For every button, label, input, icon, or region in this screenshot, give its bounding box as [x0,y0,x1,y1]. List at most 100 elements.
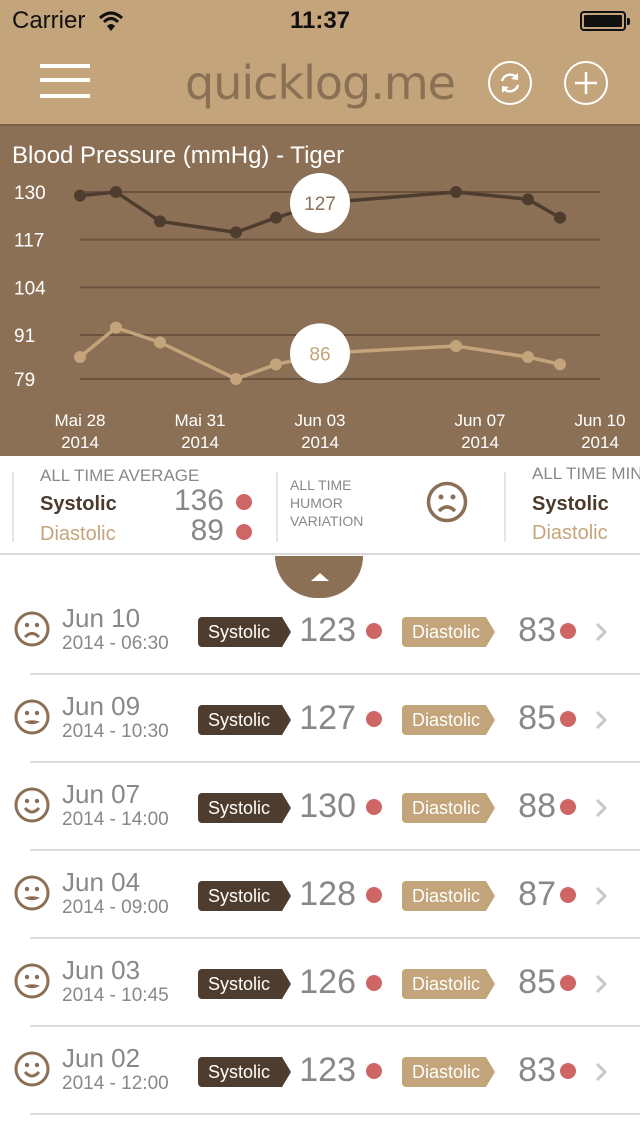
battery-icon [580,11,630,31]
entry-date: Jun 10 [62,603,141,633]
x-tick-year: 2014 [61,433,99,452]
systolic-point [74,189,86,202]
diastolic-point [554,358,566,371]
systolic-value: 130 [299,787,356,825]
diastolic-point [450,340,462,352]
entry-date: Jun 09 [62,691,141,721]
alert-dot [560,711,576,727]
chevron-right-icon [595,974,608,994]
diastolic-point [522,351,534,363]
systolic-tag: Systolic [198,793,291,823]
alert-dot [560,623,576,639]
divider [276,472,278,542]
systolic-point [522,193,534,206]
divider [12,472,14,542]
systolic-value: 128 [299,875,356,913]
entry-time: 2014 - 10:30 [62,721,169,742]
refresh-icon [500,73,520,93]
happy-face-icon [14,787,50,823]
chevron-right-icon [595,710,608,730]
entry-row[interactable]: Jun 03 2014 - 10:45 Systolic 126 Diastolic 85 [0,939,640,1027]
diastolic-tag: Diastolic [402,705,495,735]
diastolic-point [230,373,242,385]
entry-row[interactable]: Jun 07 2014 - 14:00 Systolic 130 Diastolic 88 [0,763,640,851]
refresh-button[interactable] [488,61,532,105]
diastolic-highlight-value: 86 [309,344,330,365]
entry-date: Jun 02 [62,1043,141,1073]
diastolic-tag: Diastolic [402,1057,495,1087]
systolic-highlight-value: 127 [304,194,336,215]
add-entry-button[interactable] [564,61,608,105]
systolic-tag: Systolic [198,969,291,999]
average-diastolic-value: 89 [190,514,224,547]
average-diastolic-label: Diastolic [40,523,116,545]
app-logo: quicklog.me [185,56,456,110]
diastolic-value: 87 [518,875,556,913]
entry-time: 2014 - 14:00 [62,809,169,830]
alert-dot [236,494,252,510]
blood-pressure-chart: 130 117 104 91 79 Mai 28 2014 Mai 31 2014 Jun 03 2… [0,124,640,456]
diastolic-value: 85 [518,963,556,1001]
humor-heading-line: ALL TIME [290,477,352,493]
entry-time: 2014 - 10:45 [62,985,169,1006]
diastolic-tag: Diastolic [402,617,495,647]
entry-time: 2014 - 12:00 [62,1073,169,1094]
alert-dot [560,1063,576,1079]
alert-dot [560,799,576,815]
y-tick-label: 79 [14,370,35,391]
entry-date: Jun 04 [62,867,141,897]
chevron-right-icon [595,1062,608,1082]
minimum-systolic-label: Systolic [532,493,609,515]
entry-time: 2014 - 09:00 [62,897,169,918]
systolic-point [270,211,282,224]
alert-dot [366,1063,382,1079]
x-tick-label: Jun 07 [454,411,505,430]
diastolic-point [154,336,166,349]
diastolic-tag: Diastolic [402,881,495,911]
x-tick-label: Jun 10 [574,411,625,430]
alert-dot [366,623,382,639]
neutral-face-icon [14,699,50,735]
chart-title: Blood Pressure (mmHg) - Tiger [12,142,345,169]
systolic-point [230,226,242,239]
average-heading: ALL TIME AVERAGE [40,466,200,485]
entry-row[interactable]: Jun 02 2014 - 12:00 Systolic 123 Diastolic 83 [0,1027,640,1115]
row-divider [30,1113,640,1115]
x-tick-year: 2014 [581,433,619,452]
x-tick-label: Mai 28 [54,411,105,430]
entry-row[interactable]: Jun 04 2014 - 09:00 Systolic 128 Diastolic 87 [0,851,640,939]
systolic-tag: Systolic [198,705,291,735]
entry-list: Jun 10 2014 - 06:30 Systolic 123 Diastolic 83… [0,587,640,1115]
sad-face-icon [426,481,468,523]
systolic-point [110,186,122,198]
y-tick-label: 117 [14,231,44,252]
diastolic-value: 83 [518,1051,556,1089]
neutral-face-icon [14,963,50,999]
minimum-diastolic-label: Diastolic [532,522,608,544]
diastolic-value: 85 [518,699,556,737]
chevron-right-icon [595,886,608,906]
y-tick-label: 104 [14,278,46,299]
stats-strip[interactable]: ALL TIME AVERAGE Systolic 136 Diastolic … [0,456,640,555]
humor-heading: ALL TIME HUMOR VARIATION [290,476,400,530]
systolic-tag: Systolic [198,1057,291,1087]
alert-dot [366,799,382,815]
x-tick-label: Jun 03 [294,411,345,430]
entry-date: Jun 07 [62,779,141,809]
diastolic-value: 88 [518,787,556,825]
chart-canvas: 130 117 104 91 79 Mai 28 2014 Mai 31 2014 Jun 03 2… [14,173,626,452]
systolic-tag: Systolic [198,617,291,647]
entry-row[interactable]: Jun 10 2014 - 06:30 Systolic 123 Diastolic 83 [0,587,640,675]
average-systolic-label: Systolic [40,493,117,515]
humor-heading-line: HUMOR [290,495,343,511]
alert-dot [366,887,382,903]
happy-face-icon [14,1051,50,1087]
x-tick-label: Mai 31 [174,411,225,430]
neutral-face-icon [14,875,50,911]
sad-face-icon [14,611,50,647]
chevron-right-icon [595,798,608,818]
diastolic-point [270,358,282,371]
diastolic-value: 83 [518,611,556,649]
entry-row[interactable]: Jun 09 2014 - 10:30 Systolic 127 Diastolic 85 [0,675,640,763]
average-systolic-value: 136 [173,484,224,517]
